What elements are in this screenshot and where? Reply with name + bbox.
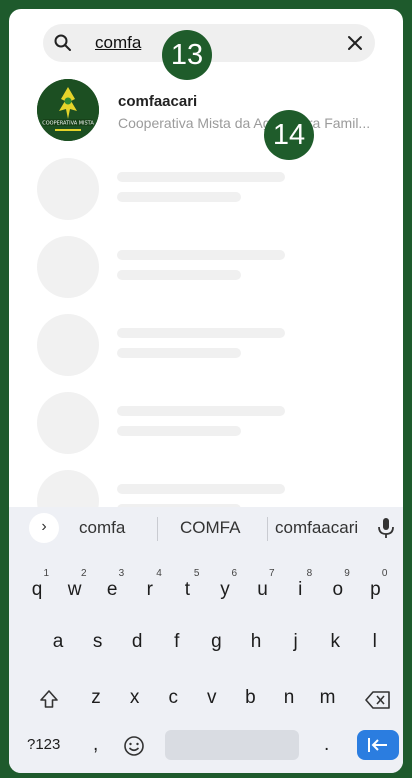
enter-key[interactable]	[357, 730, 399, 760]
key-c[interactable]: c	[160, 683, 186, 713]
key-z[interactable]: z	[83, 683, 109, 713]
loading-placeholder	[37, 236, 377, 300]
key-t[interactable]: t5	[173, 569, 201, 605]
key-j[interactable]: j	[283, 627, 309, 657]
emoji-icon[interactable]	[123, 735, 145, 757]
key-n[interactable]: n	[276, 683, 302, 713]
on-screen-keyboard: › comfa COMFA comfaacari q1 w2e3 r4t5 y6 u7i…	[9, 507, 403, 773]
result-title: comfaacari	[118, 93, 198, 110]
key-e[interactable]: e3	[98, 569, 126, 605]
cooperative-logo-icon: COOPERATIVA MISTA	[37, 79, 99, 141]
avatar-caption: COOPERATIVA MISTA	[42, 121, 94, 127]
symbols-key[interactable]: ?123	[27, 730, 60, 760]
app-screen: comfa 13 COOPERATIVA MISTA comfaacari Co…	[9, 9, 403, 773]
step-marker-13: 13	[162, 30, 212, 80]
key-k[interactable]: k	[322, 627, 348, 657]
key-f[interactable]: f	[164, 627, 190, 657]
microphone-icon[interactable]	[377, 517, 395, 539]
search-input[interactable]: comfa	[95, 31, 141, 55]
suggestion-1[interactable]: comfa	[79, 518, 125, 538]
suggestion-3[interactable]: comfaacari	[275, 518, 358, 538]
key-x[interactable]: x	[122, 683, 148, 713]
keyboard-row-3: zxcvbnm	[9, 683, 403, 723]
close-icon[interactable]	[345, 33, 365, 53]
search-icon	[54, 34, 71, 51]
key-g[interactable]: g	[203, 627, 229, 657]
key-s[interactable]: s	[85, 627, 111, 657]
key-h[interactable]: h	[243, 627, 269, 657]
search-action-icon	[368, 738, 387, 752]
keyboard-row-2: asdfghjkl	[9, 627, 403, 667]
key-u[interactable]: u7	[249, 569, 277, 605]
step-marker-14: 14	[264, 110, 314, 160]
key-q[interactable]: q1	[23, 569, 51, 605]
suggestion-bar: › comfa COMFA comfaacari	[9, 507, 403, 549]
chevron-right-icon[interactable]: ›	[29, 513, 59, 543]
key-y[interactable]: y6	[211, 569, 239, 605]
loading-placeholder	[37, 158, 377, 222]
key-w[interactable]: w2	[61, 569, 89, 605]
loading-placeholder	[37, 314, 377, 378]
key-i[interactable]: i8	[286, 569, 314, 605]
key-b[interactable]: b	[237, 683, 263, 713]
key-o[interactable]: o9	[324, 569, 352, 605]
keyboard-row-1: q1 w2e3 r4t5 y6 u7i8 o9p0	[9, 569, 403, 615]
suggestion-2[interactable]: COMFA	[180, 518, 240, 538]
search-result-item[interactable]: COOPERATIVA MISTA comfaacari Cooperativa…	[37, 79, 403, 147]
key-d[interactable]: d	[124, 627, 150, 657]
avatar: COOPERATIVA MISTA	[37, 79, 99, 141]
key-p[interactable]: p0	[361, 569, 389, 605]
loading-placeholder	[37, 392, 377, 456]
key-r[interactable]: r4	[136, 569, 164, 605]
key-v[interactable]: v	[199, 683, 225, 713]
key-a[interactable]: a	[45, 627, 71, 657]
key-l[interactable]: l	[362, 627, 388, 657]
period-key[interactable]: .	[324, 730, 329, 760]
backspace-icon[interactable]	[365, 691, 391, 709]
shift-icon[interactable]	[39, 689, 59, 709]
result-subtitle: Cooperativa Mista da Agricultura Famil..…	[118, 115, 371, 131]
key-m[interactable]: m	[315, 683, 341, 713]
space-key[interactable]	[165, 730, 299, 760]
comma-key[interactable]: ,	[93, 730, 98, 760]
